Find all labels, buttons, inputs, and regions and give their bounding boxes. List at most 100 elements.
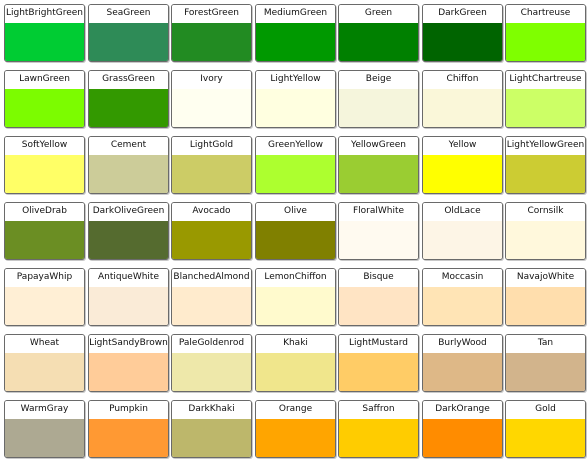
swatch-label: Olive [256, 203, 335, 221]
swatch-color-fill [506, 23, 585, 61]
color-swatch: Orange [255, 400, 336, 458]
swatch-label: Gold [506, 401, 585, 419]
swatch-label: GreenYellow [256, 137, 335, 155]
swatch-label: OliveDrab [5, 203, 84, 221]
color-swatch: Bisque [338, 268, 419, 326]
color-swatch: Khaki [255, 334, 336, 392]
swatch-color-fill [506, 89, 585, 127]
swatch-color-fill [5, 221, 84, 259]
color-swatch: Beige [338, 70, 419, 128]
swatch-color-fill [339, 155, 418, 193]
color-swatch: Yellow [422, 136, 503, 194]
color-swatch: GrassGreen [88, 70, 169, 128]
swatch-label: Khaki [256, 335, 335, 353]
swatch-color-fill [423, 419, 502, 457]
color-swatch: Pumpkin [88, 400, 169, 458]
color-swatch: LightMustard [338, 334, 419, 392]
swatch-color-fill [172, 23, 251, 61]
swatch-color-fill [339, 23, 418, 61]
color-swatch: Chiffon [422, 70, 503, 128]
color-swatch-grid: LightBrightGreen SeaGreen ForestGreen Mediu… [0, 0, 587, 459]
swatch-label: NavajoWhite [506, 269, 585, 287]
swatch-label: PapayaWhip [5, 269, 84, 287]
color-swatch: Tan [505, 334, 586, 392]
swatch-color-fill [256, 23, 335, 61]
swatch-color-fill [506, 287, 585, 325]
swatch-label: Chiffon [423, 71, 502, 89]
color-swatch: Saffron [338, 400, 419, 458]
color-swatch: LawnGreen [4, 70, 85, 128]
swatch-color-fill [89, 155, 168, 193]
swatch-label: GrassGreen [89, 71, 168, 89]
swatch-label: LightYellowGreen [506, 137, 585, 155]
swatch-color-fill [5, 23, 84, 61]
swatch-label: DarkGreen [423, 5, 502, 23]
color-swatch: LightChartreuse [505, 70, 586, 128]
swatch-label: Cornsilk [506, 203, 585, 221]
swatch-label: DarkOrange [423, 401, 502, 419]
swatch-color-fill [89, 23, 168, 61]
color-swatch: OliveDrab [4, 202, 85, 260]
color-swatch: Cement [88, 136, 169, 194]
color-swatch: SoftYellow [4, 136, 85, 194]
color-swatch: DarkOliveGreen [88, 202, 169, 260]
swatch-color-fill [256, 419, 335, 457]
color-swatch: DarkKhaki [171, 400, 252, 458]
swatch-color-fill [256, 155, 335, 193]
swatch-label: Cement [89, 137, 168, 155]
swatch-color-fill [339, 89, 418, 127]
swatch-color-fill [423, 23, 502, 61]
swatch-label: OldLace [423, 203, 502, 221]
swatch-label: SeaGreen [89, 5, 168, 23]
color-swatch: Avocado [171, 202, 252, 260]
swatch-color-fill [506, 221, 585, 259]
color-swatch: BurlyWood [422, 334, 503, 392]
swatch-label: Tan [506, 335, 585, 353]
color-swatch: FloralWhite [338, 202, 419, 260]
color-swatch: DarkOrange [422, 400, 503, 458]
swatch-label: DarkKhaki [172, 401, 251, 419]
swatch-color-fill [172, 419, 251, 457]
swatch-color-fill [423, 287, 502, 325]
swatch-color-fill [506, 353, 585, 391]
swatch-label: BurlyWood [423, 335, 502, 353]
swatch-label: Ivory [172, 71, 251, 89]
swatch-label: Moccasin [423, 269, 502, 287]
color-swatch: LightYellowGreen [505, 136, 586, 194]
swatch-color-fill [423, 155, 502, 193]
swatch-color-fill [89, 287, 168, 325]
color-swatch: LightYellow [255, 70, 336, 128]
swatch-label: AntiqueWhite [89, 269, 168, 287]
swatch-label: Pumpkin [89, 401, 168, 419]
swatch-label: Chartreuse [506, 5, 585, 23]
color-swatch: DarkGreen [422, 4, 503, 62]
swatch-label: Yellow [423, 137, 502, 155]
swatch-label: Beige [339, 71, 418, 89]
swatch-label: BlanchedAlmond [172, 269, 251, 287]
swatch-color-fill [5, 419, 84, 457]
swatch-label: SoftYellow [5, 137, 84, 155]
swatch-color-fill [89, 221, 168, 259]
color-swatch: LightBrightGreen [4, 4, 85, 62]
color-swatch: BlanchedAlmond [171, 268, 252, 326]
color-swatch: PapayaWhip [4, 268, 85, 326]
swatch-label: Wheat [5, 335, 84, 353]
swatch-label: LightMustard [339, 335, 418, 353]
swatch-color-fill [256, 221, 335, 259]
swatch-color-fill [172, 155, 251, 193]
swatch-color-fill [5, 155, 84, 193]
swatch-label: WarmGray [5, 401, 84, 419]
color-swatch: PaleGoldenrod [171, 334, 252, 392]
swatch-label: ForestGreen [172, 5, 251, 23]
color-swatch: LightGold [171, 136, 252, 194]
swatch-color-fill [339, 419, 418, 457]
color-swatch: Cornsilk [505, 202, 586, 260]
swatch-label: LightYellow [256, 71, 335, 89]
color-swatch: ForestGreen [171, 4, 252, 62]
swatch-color-fill [89, 89, 168, 127]
color-swatch: YellowGreen [338, 136, 419, 194]
swatch-color-fill [339, 287, 418, 325]
swatch-color-fill [423, 353, 502, 391]
swatch-color-fill [89, 353, 168, 391]
color-swatch: Wheat [4, 334, 85, 392]
